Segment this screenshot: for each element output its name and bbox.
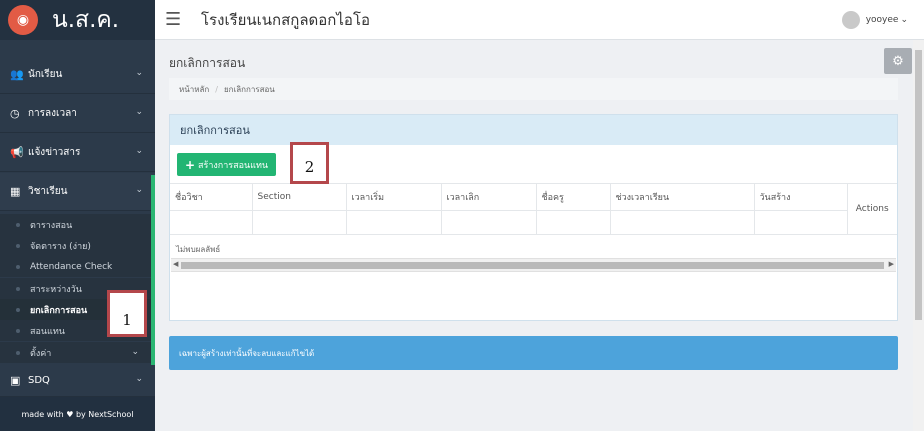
column-header[interactable]: ช่วงเวลาเรียน <box>610 183 755 211</box>
column-header[interactable]: ชื่อครู <box>536 183 611 211</box>
scroll-right-icon[interactable]: ▶ <box>889 260 894 268</box>
sidebar-item-attendance[interactable]: ◷ การลงเวลา ⌄ <box>0 95 155 133</box>
topbar: ☰ โรงเรียนเนกสกูลดอกไอโอ yooyee ⌄ <box>155 0 924 40</box>
sidebar-item-label: นักเรียน <box>28 69 63 80</box>
callout-1: 1 <box>107 290 147 337</box>
horizontal-scrollbar[interactable]: ◀ ▶ <box>171 258 896 272</box>
column-header-actions: Actions <box>847 183 897 235</box>
megaphone-icon: 📢 <box>10 146 24 159</box>
filter-cell[interactable] <box>536 210 611 235</box>
page-scrollbar-thumb[interactable] <box>915 50 922 320</box>
records-table: ชื่อวิชา Section เวลาเริ่ม เวลาเลิก ชื่อ… <box>170 183 897 235</box>
chevron-down-icon: ⌄ <box>135 146 143 156</box>
clock-icon: ◷ <box>10 107 20 120</box>
breadcrumb-current: ยกเลิกการสอน <box>223 84 275 94</box>
no-results-text: ไม่พบผลลัพธ์ <box>176 245 221 254</box>
breadcrumb-separator: / <box>215 84 218 94</box>
table-header-row: ชื่อวิชา Section เวลาเริ่ม เวลาเลิก ชื่อ… <box>170 183 897 235</box>
info-alert: เฉพาะผู้สร้างเท่านั้นที่จะลบและแก้ไขได้ <box>169 336 898 370</box>
chevron-down-icon: ⌄ <box>131 347 139 357</box>
panel-title: ยกเลิกการสอน <box>170 115 897 145</box>
breadcrumb: หน้าหลัก / ยกเลิกการสอน <box>169 78 898 100</box>
sidebar-item-sdq[interactable]: ▣ SDQ ⌄ <box>0 364 155 397</box>
user-menu[interactable]: yooyee ⌄ <box>841 11 908 29</box>
filter-row <box>170 210 897 235</box>
chevron-down-icon: ⌄ <box>900 15 908 25</box>
column-header[interactable]: Section <box>252 183 347 211</box>
chevron-down-icon: ⌄ <box>135 185 143 195</box>
school-title: โรงเรียนเนกสกูลดอกไอโอ <box>201 10 371 29</box>
page-title: ยกเลิกการสอน <box>169 56 246 70</box>
sidebar-subitem-timetable[interactable]: ตารางสอน <box>0 214 151 235</box>
sidebar-subitem-settings[interactable]: ตั้งค่า ⌄ <box>0 342 151 363</box>
sidebar-item-subjects[interactable]: ▦ วิชาเรียน ⌄ <box>0 173 155 211</box>
column-header[interactable]: ชื่อวิชา <box>170 183 253 211</box>
brand-name: น.ส.ค. <box>52 7 120 33</box>
image-icon: ▣ <box>10 373 21 387</box>
active-indicator <box>151 175 155 365</box>
subitem-label: จัดตาราง (ง่าย) <box>30 241 91 252</box>
subitem-label: ตารางสอน <box>30 220 73 231</box>
plus-icon: + <box>184 157 195 172</box>
filter-cell[interactable] <box>441 210 537 235</box>
create-button-label: สร้างการสอนแทน <box>198 160 269 171</box>
sidebar-item-label: การลงเวลา <box>28 108 77 119</box>
subitem-label: Attendance Check <box>30 261 113 272</box>
sidebar: ◉ น.ส.ค. 👥 นักเรียน ⌄ ◷ การลงเวลา ⌄ 📢 แจ… <box>0 0 155 431</box>
sidebar-item-label: แจ้งข่าวสาร <box>28 147 81 158</box>
sidebar-item-students[interactable]: 👥 นักเรียน ⌄ <box>0 56 155 94</box>
subitem-label: ยกเลิกการสอน <box>30 305 88 316</box>
avatar <box>841 11 860 29</box>
filter-cell[interactable] <box>754 210 848 235</box>
filter-cell[interactable] <box>610 210 755 235</box>
calendar-icon: ▦ <box>10 185 21 198</box>
hamburger-menu-icon[interactable]: ☰ <box>165 9 185 30</box>
cancel-teaching-panel: ยกเลิกการสอน + สร้างการสอนแทน ชื่อวิชา S… <box>169 114 898 321</box>
sidebar-subitem-easy-schedule[interactable]: จัดตาราง (ง่าย) <box>0 235 151 256</box>
owl-logo-icon: ◉ <box>8 5 38 35</box>
username: yooyee <box>865 15 899 25</box>
filter-cell[interactable] <box>252 210 347 235</box>
sidebar-footer: made with ♥ by NextSchool <box>0 397 155 431</box>
chevron-down-icon: ⌄ <box>135 68 143 78</box>
column-header[interactable]: เวลาเริ่ม <box>346 183 442 211</box>
filter-cell[interactable] <box>170 210 253 235</box>
settings-gear-button[interactable]: ⚙ <box>884 48 912 74</box>
subitem-label: สอนแทน <box>30 326 65 337</box>
gear-icon: ⚙ <box>892 53 904 69</box>
filter-cell[interactable] <box>346 210 442 235</box>
scrollbar-thumb[interactable] <box>181 262 884 269</box>
column-header[interactable]: วันสร้าง <box>754 183 848 211</box>
scroll-left-icon[interactable]: ◀ <box>173 260 178 268</box>
callout-2: 2 <box>290 142 329 184</box>
users-icon: 👥 <box>10 68 24 81</box>
subitem-label: ตั้งค่า <box>30 348 52 359</box>
breadcrumb-home[interactable]: หน้าหลัก <box>179 83 209 96</box>
sidebar-item-news[interactable]: 📢 แจ้งข่าวสาร ⌄ <box>0 134 155 172</box>
chevron-down-icon: ⌄ <box>135 374 143 384</box>
column-header[interactable]: เวลาเลิก <box>441 183 537 211</box>
page-scrollbar[interactable] <box>913 40 924 431</box>
subitem-label: สาระหว่างวัน <box>30 284 82 295</box>
sidebar-item-label: SDQ <box>28 374 50 386</box>
sidebar-item-label: วิชาเรียน <box>28 186 68 197</box>
brand[interactable]: ◉ น.ส.ค. <box>0 0 155 40</box>
create-substitute-button[interactable]: + สร้างการสอนแทน <box>177 153 276 176</box>
sidebar-subitem-attendance-check[interactable]: Attendance Check <box>0 256 151 277</box>
chevron-down-icon: ⌄ <box>135 107 143 117</box>
